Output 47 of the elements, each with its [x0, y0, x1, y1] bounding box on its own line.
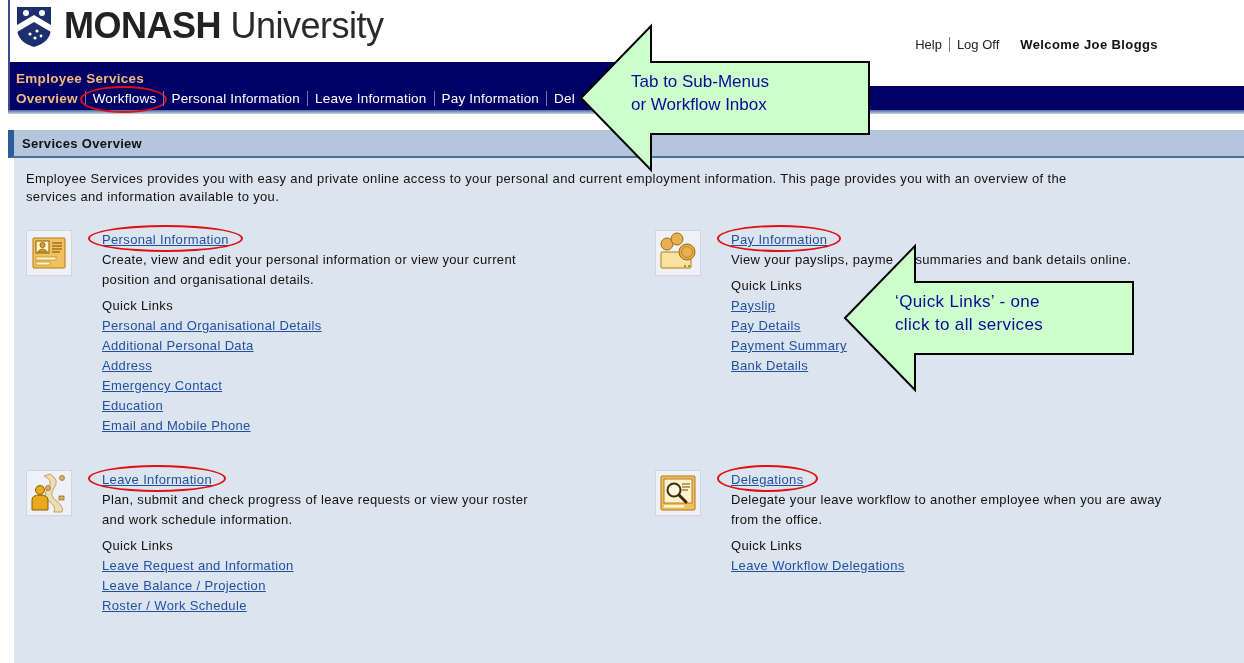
- quick-link[interactable]: Pay Details: [731, 318, 801, 333]
- quick-links-label: Quick Links: [102, 537, 175, 555]
- welcome-text: Welcome Joe Bloggs: [1020, 37, 1158, 52]
- nav-tab[interactable]: Pay Information: [434, 90, 547, 106]
- quick-link[interactable]: Emergency Contact: [102, 378, 223, 393]
- quick-link[interactable]: Roster / Work Schedule: [102, 598, 247, 613]
- service-description: Plan, submit and check progress of leave requests or view your roster and work schedule information.: [102, 492, 528, 527]
- quick-link[interactable]: Leave Balance / Projection: [102, 578, 266, 593]
- person-road-icon: [26, 470, 72, 516]
- quick-link[interactable]: Leave Workflow Delegations: [731, 558, 905, 573]
- header-link[interactable]: Help: [908, 37, 949, 52]
- quick-link[interactable]: Email and Mobile Phone: [102, 418, 251, 433]
- quick-link[interactable]: Bank Details: [731, 358, 809, 373]
- nav-tab[interactable]: Overview: [16, 90, 85, 106]
- service-description: Delegate your leave workflow to another employee when you are away from the office.: [731, 492, 1162, 527]
- quick-link[interactable]: Payment Summary: [731, 338, 847, 353]
- section-title: Services Overview: [22, 135, 143, 151]
- service-title-link[interactable]: Delegations: [731, 472, 804, 487]
- nav-tab[interactable]: Leave Information: [308, 90, 434, 106]
- quick-link[interactable]: Address: [102, 358, 153, 373]
- shield-icon: [14, 4, 54, 48]
- service-title-link[interactable]: Pay Information: [731, 232, 828, 247]
- document-magnifier-icon: [655, 470, 701, 516]
- service-description: summaries and bank details online.: [915, 252, 1132, 267]
- intro-text: Employee Services provides you with easy and private online access to your personal and current employment information. This page provides you with an overview of the services and information available to you.: [26, 170, 1068, 206]
- coins-icon: [655, 230, 701, 276]
- callout-text: ‘Quick Links’ - one click to all services: [895, 292, 1044, 334]
- quick-link[interactable]: Education: [102, 398, 163, 413]
- nav-title: Employee Services: [16, 71, 145, 86]
- service-title-link[interactable]: Personal Information: [102, 232, 229, 247]
- callout-text: Tab to Sub-Menus or Workflow Inbox: [630, 72, 769, 114]
- university-logo-text: MONASH University: [64, 5, 384, 47]
- service-title-link[interactable]: Leave Information: [102, 472, 212, 487]
- quick-links-label: Quick Links: [731, 537, 804, 555]
- quick-link[interactable]: Payslip: [731, 298, 776, 313]
- service-description: View your payslips, payme: [731, 252, 894, 267]
- service-description: Create, view and edit your personal information or view your current position and organisational details.: [102, 252, 516, 287]
- nav-tab[interactable]: Workflows: [85, 90, 164, 106]
- id-card-icon: [26, 230, 72, 276]
- quick-links-label: Quick Links: [102, 297, 175, 315]
- quick-links-label: Quick Links: [731, 277, 804, 295]
- quick-link[interactable]: Leave Request and Information: [102, 558, 294, 573]
- quick-link[interactable]: Additional Personal Data: [102, 338, 254, 353]
- header-link[interactable]: Log Off: [948, 37, 1007, 52]
- quick-link[interactable]: Personal and Organisational Details: [102, 318, 322, 333]
- nav-tab[interactable]: Del: [547, 90, 582, 106]
- nav-tab[interactable]: Personal Information: [164, 90, 308, 106]
